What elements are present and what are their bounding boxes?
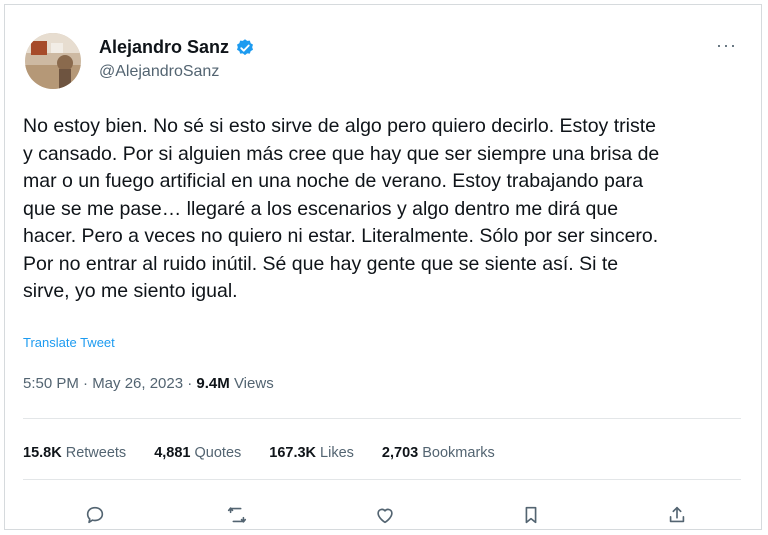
bookmarks-count: 2,703 bbox=[381, 445, 419, 461]
author-name[interactable]: Alejandro Sanz bbox=[99, 37, 229, 58]
tweet-timestamp[interactable]: 5:50 PM · May 26, 2023 · bbox=[23, 375, 196, 392]
quotes-label: Quotes bbox=[190, 445, 242, 461]
reply-icon bbox=[86, 506, 104, 524]
share-button[interactable] bbox=[663, 501, 691, 529]
like-icon bbox=[377, 508, 393, 524]
views-label: Views bbox=[229, 375, 274, 392]
retweets-stat[interactable]: 15.8K Retweets bbox=[23, 445, 126, 461]
bookmarks-label: Bookmarks bbox=[418, 445, 495, 461]
avatar[interactable] bbox=[25, 33, 81, 89]
divider bbox=[23, 479, 741, 480]
bookmark-button[interactable] bbox=[517, 501, 545, 529]
author-row: Alejandro Sanz bbox=[99, 37, 255, 58]
share-icon bbox=[669, 506, 685, 523]
tweet-card: Alejandro Sanz @AlejandroSanz ··· No est… bbox=[4, 4, 762, 530]
action-bar bbox=[23, 501, 741, 531]
views-count: 9.4M bbox=[196, 375, 230, 392]
engagement-stats: 15.8K Retweets 4,881 Quotes 167.3K Likes… bbox=[23, 445, 495, 461]
verified-badge-icon bbox=[237, 38, 254, 55]
tweet-text: No estoy bien. No sé si esto sirve de al… bbox=[23, 115, 660, 302]
quotes-count: 4,881 bbox=[154, 445, 191, 461]
bookmark-icon bbox=[525, 506, 537, 524]
likes-count: 167.3K bbox=[269, 445, 317, 461]
retweet-icon bbox=[227, 507, 247, 523]
retweets-count: 15.8K bbox=[23, 445, 62, 461]
tweet-meta: 5:50 PM · May 26, 2023 · 9.4M Views bbox=[23, 375, 274, 392]
translate-link[interactable]: Translate Tweet bbox=[23, 335, 115, 350]
likes-label: Likes bbox=[316, 445, 354, 461]
avatar-image bbox=[25, 33, 81, 89]
likes-stat[interactable]: 167.3K Likes bbox=[269, 445, 354, 461]
retweets-label: Retweets bbox=[61, 445, 127, 461]
more-options-icon[interactable]: ··· bbox=[716, 35, 737, 56]
bookmarks-stat[interactable]: 2,703 Bookmarks bbox=[382, 445, 495, 461]
like-button[interactable] bbox=[371, 501, 399, 529]
reply-button[interactable] bbox=[81, 501, 109, 529]
quotes-stat[interactable]: 4,881 Quotes bbox=[154, 445, 241, 461]
divider bbox=[23, 418, 741, 419]
author-handle[interactable]: @AlejandroSanz bbox=[99, 63, 219, 81]
retweet-button[interactable] bbox=[223, 501, 251, 529]
